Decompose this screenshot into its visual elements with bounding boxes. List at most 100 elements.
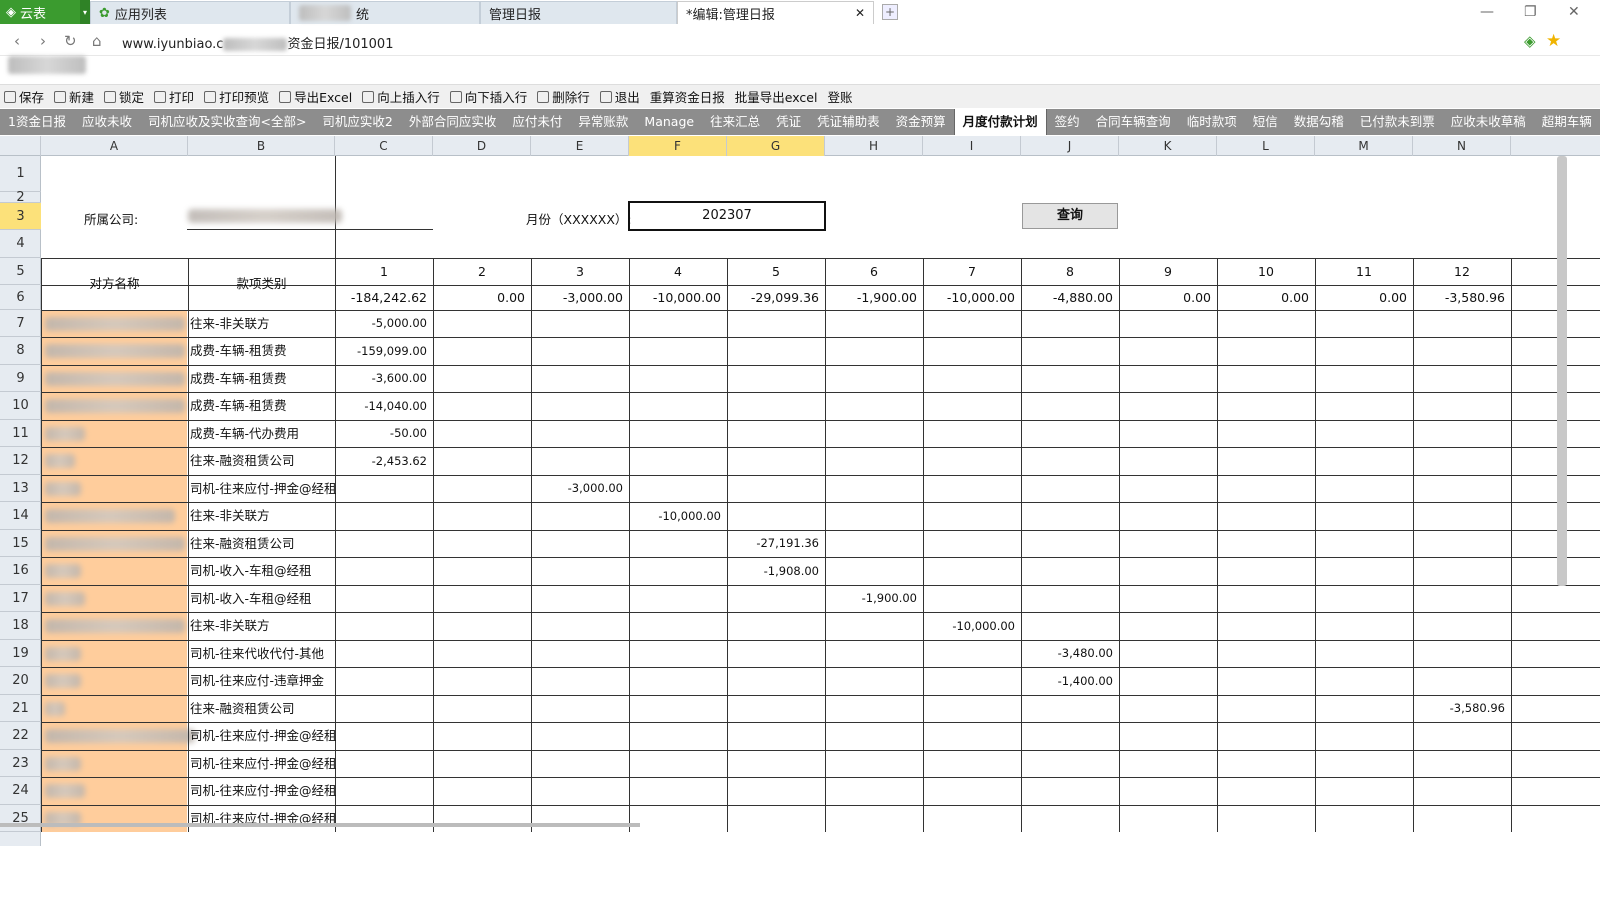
column-header-E[interactable]: E [531,136,629,156]
browser-tab-daily-report[interactable]: 管理日报 [480,1,677,24]
row-header-3[interactable]: 3 [0,203,41,230]
row-header-12[interactable]: 12 [0,447,41,475]
window-close-icon[interactable]: ✕ [1568,4,1580,20]
sheet-tab[interactable]: 应付未付 [504,109,570,135]
column-header-H[interactable]: H [825,136,923,156]
toolbar-button-10[interactable]: 重算资金日报 [650,87,725,106]
row-header-1[interactable]: 1 [0,156,41,192]
column-header-K[interactable]: K [1119,136,1217,156]
row-header-25[interactable]: 25 [0,805,41,832]
toolbar-button-5[interactable]: 导出Excel [279,87,352,106]
row-header-10[interactable]: 10 [0,392,41,420]
column-header-M[interactable]: M [1315,136,1413,156]
toolbar-button-11[interactable]: 批量导出excel [735,87,818,106]
sheet-tab[interactable]: Manage [636,109,702,135]
row-header-23[interactable]: 23 [0,750,41,777]
sheet-tab[interactable]: 超期车辆 [1534,109,1600,135]
sheet-tab[interactable]: 异常账款 [570,109,636,135]
sheet-tab[interactable]: 应收未收草稿 [1443,109,1534,135]
row-header-24[interactable]: 24 [0,777,41,805]
row-header-20[interactable]: 20 [0,667,41,695]
new-tab-icon[interactable]: + [882,4,898,20]
column-header-B[interactable]: B [188,136,335,156]
restore-icon[interactable]: ❐ [1524,4,1537,20]
home-icon[interactable]: ⌂ [92,32,102,50]
spreadsheet-grid[interactable]: 对方名称款项类别1234567891011121-184,242.620.00-… [41,156,1600,846]
toolbar-button-0[interactable]: 保存 [4,87,44,106]
row-header-22[interactable]: 22 [0,722,41,750]
toolbar-button-1[interactable]: 新建 [54,87,94,106]
sheet-tab[interactable]: 合同车辆查询 [1088,109,1179,135]
row-header-14[interactable]: 14 [0,502,41,530]
toolbar-button-9[interactable]: 退出 [599,87,640,106]
toolbar-button-4[interactable]: 打印预览 [204,87,269,106]
toolbar-button-2[interactable]: 锁定 [104,87,144,106]
column-header-D[interactable]: D [433,136,531,156]
close-icon[interactable]: ✕ [855,6,865,20]
chevron-down-icon[interactable]: ▾ [80,0,90,24]
reload-icon[interactable]: ↻ [64,32,77,50]
toolbar-button-8[interactable]: 删除行 [537,87,590,106]
sheet-tab[interactable]: 数据勾稽 [1286,109,1352,135]
sheet-tab[interactable]: 临时款项 [1179,109,1245,135]
sheet-tab[interactable]: 凭证 [768,109,809,135]
row-header-8[interactable]: 8 [0,337,41,365]
sheet-tab[interactable]: 资金预算 [888,109,954,135]
star-icon[interactable]: ★ [1546,31,1561,51]
browser-tab-app-list[interactable]: ✿ 应用列表 [90,1,290,24]
minimize-icon[interactable]: — [1480,4,1494,20]
sheet-tab[interactable]: 签约 [1047,109,1088,135]
row-header-21[interactable]: 21 [0,695,41,722]
browser-tab-edit-daily-report[interactable]: *编辑:管理日报 ✕ [677,1,874,24]
day-total: -10,000.00 [652,290,721,305]
toolbar-button-6[interactable]: 向上插入行 [362,87,440,106]
sheet-tab[interactable]: 应收未收 [74,109,140,135]
sheet-tab[interactable]: 外部合同应实收 [401,109,505,135]
sheet-tab[interactable]: 已付款未到票 [1352,109,1443,135]
column-header-L[interactable]: L [1217,136,1315,156]
query-button[interactable]: 查询 [1022,203,1118,229]
app-brand-button[interactable]: ◈ 云表 ▾ [0,0,90,24]
toolbar-button-12[interactable]: 登账 [827,87,852,106]
row-header-13[interactable]: 13 [0,475,41,502]
row-header-2[interactable]: 2 [0,191,41,204]
row-header-4[interactable]: 4 [0,230,41,258]
column-header-C[interactable]: C [335,136,433,156]
row-col-corner[interactable] [0,136,41,156]
column-header-F[interactable]: F [629,136,727,156]
sheet-tab[interactable]: 司机应实收2 [314,109,400,135]
row-header-19[interactable]: 19 [0,640,41,667]
row-header-11[interactable]: 11 [0,420,41,447]
toolbar-button-7[interactable]: 向下插入行 [449,87,527,106]
sheet-tab[interactable]: 司机应收及实收查询<全部> [140,109,314,135]
extension-icon[interactable]: ◈ [1524,32,1536,50]
row-header-18[interactable]: 18 [0,612,41,640]
sheet-tab[interactable]: 月度付款计划 [953,109,1047,135]
month-input[interactable]: 202307 [628,201,826,231]
column-header-N[interactable]: N [1413,136,1511,156]
back-icon[interactable]: ‹ [14,32,20,50]
vertical-scrollbar[interactable] [1557,156,1567,586]
forward-icon[interactable]: › [40,32,46,50]
row-header-15[interactable]: 15 [0,530,41,557]
sheet-tab[interactable]: 短信 [1245,109,1286,135]
url-field[interactable]: www.iyunbiao.c 资金日报/101001 [122,33,393,52]
column-header-A[interactable]: A [41,136,188,156]
sheet-tab[interactable]: 往来汇总 [702,109,768,135]
toolbar-button-3[interactable]: 打印 [154,87,194,106]
row-header-16[interactable]: 16 [0,557,41,585]
column-header-I[interactable]: I [923,136,1021,156]
column-header-J[interactable]: J [1021,136,1119,156]
row-header-6[interactable]: 6 [0,285,41,310]
row-header-9[interactable]: 9 [0,365,41,392]
column-header-G[interactable]: G [727,136,825,156]
row-header-7[interactable]: 7 [0,310,41,337]
sheet-tab[interactable]: 1资金日报 [0,109,74,135]
sheet-tab[interactable]: 凭证辅助表 [809,109,888,135]
day-header: 8 [1066,264,1074,279]
browser-tab-system[interactable]: 统 [290,1,480,24]
amount-cell: -1,400.00 [1057,674,1113,688]
horizontal-scrollbar[interactable] [0,823,640,827]
row-header-5[interactable]: 5 [0,258,41,285]
row-header-17[interactable]: 17 [0,585,41,612]
